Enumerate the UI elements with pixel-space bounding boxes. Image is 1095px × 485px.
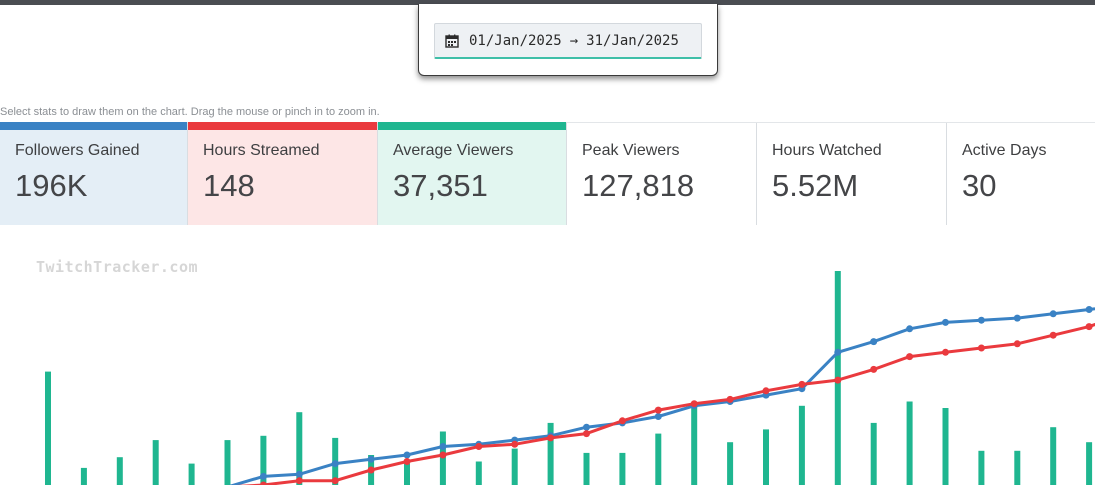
chart-point[interactable] (475, 443, 483, 450)
chart-point[interactable] (1085, 323, 1093, 331)
stat-accent-bar (188, 122, 377, 130)
chart-bar (691, 403, 698, 485)
chart-bar (188, 463, 195, 485)
chart-point[interactable] (259, 472, 267, 480)
chart-point[interactable] (331, 477, 339, 485)
chart-point[interactable] (1049, 310, 1057, 318)
chart-bar (978, 450, 985, 485)
stat-label: Hours Streamed (203, 142, 320, 159)
chart-bar (798, 405, 805, 485)
chart-point[interactable] (331, 460, 339, 468)
chart-point[interactable] (942, 348, 949, 356)
stats-chart[interactable] (0, 226, 1095, 485)
chart-bar (942, 408, 949, 485)
chart-bar (547, 422, 554, 485)
date-from: 01/Jan/2025 (469, 32, 562, 49)
chart-point[interactable] (295, 477, 303, 485)
chart-point[interactable] (403, 451, 411, 459)
chart-bar (619, 452, 626, 485)
chart-point[interactable] (439, 443, 447, 450)
stat-label: Followers Gained (15, 142, 140, 159)
chart-bar (1086, 442, 1093, 485)
date-range-picker[interactable]: 01/Jan/2025 → 31/Jan/2025 (434, 23, 702, 59)
chart-point[interactable] (295, 470, 303, 478)
chart-bar (655, 433, 662, 485)
chart-point[interactable] (762, 387, 770, 395)
chart-point[interactable] (834, 376, 842, 384)
chart-bar (45, 371, 51, 485)
stat-value: 127,818 (582, 168, 695, 203)
chart-point[interactable] (690, 400, 698, 408)
chart-bar (152, 440, 159, 485)
chart-bar (906, 401, 913, 485)
date-range-panel: 01/Jan/2025 → 31/Jan/2025 (418, 4, 718, 76)
chart-point[interactable] (834, 348, 842, 356)
chart-bar (1050, 427, 1057, 485)
stat-followers-gained[interactable]: Followers Gained 196K (0, 122, 188, 225)
chart-point[interactable] (583, 423, 590, 431)
chart-point[interactable] (1013, 340, 1021, 348)
chart-point[interactable] (439, 451, 447, 459)
chart-point[interactable] (870, 365, 878, 373)
stat-accent-bar (0, 122, 187, 130)
chart-point[interactable] (367, 455, 375, 463)
stat-value: 196K (15, 168, 88, 203)
stat-active-days[interactable]: Active Days 30 (947, 123, 1095, 225)
chart-point[interactable] (654, 413, 662, 420)
calendar-icon (445, 34, 459, 48)
date-to: 31/Jan/2025 (586, 32, 679, 49)
chart-bar (475, 461, 482, 485)
date-arrow: → (569, 32, 579, 49)
stat-label: Active Days (962, 142, 1047, 159)
chart-point[interactable] (1085, 306, 1093, 313)
stat-peak-viewers[interactable]: Peak Viewers 127,818 (567, 123, 757, 225)
chart-point[interactable] (906, 353, 914, 361)
chart-point[interactable] (367, 466, 375, 474)
stat-value: 30 (962, 168, 997, 203)
chart-bar (511, 448, 518, 485)
chart-point[interactable] (654, 406, 662, 414)
chart-point[interactable] (726, 395, 734, 403)
stat-value: 148 (203, 168, 255, 203)
chart-bar (727, 442, 734, 485)
chart-point[interactable] (511, 440, 519, 448)
stat-value: 37,351 (393, 168, 488, 203)
chart-point[interactable] (977, 316, 985, 324)
chart-point[interactable] (618, 417, 626, 425)
chart-bar (763, 429, 769, 485)
chart-point[interactable] (547, 434, 555, 442)
stat-label: Peak Viewers (582, 142, 680, 159)
chart-bar (870, 422, 877, 485)
stat-average-viewers[interactable]: Average Viewers 37,351 (378, 122, 567, 225)
stat-value: 5.52M (772, 168, 859, 203)
chart-bar (1014, 450, 1021, 485)
stat-label: Average Viewers (393, 142, 514, 159)
chart-point[interactable] (1013, 314, 1021, 322)
chart-hint: Select stats to draw them on the chart. … (0, 106, 380, 118)
stat-label: Hours Watched (772, 142, 882, 159)
chart-point[interactable] (583, 430, 590, 438)
chart-point[interactable] (977, 344, 985, 352)
chart-point[interactable] (870, 338, 878, 346)
stats-row: Followers Gained 196K Hours Streamed 148… (0, 122, 1095, 225)
chart-bar (404, 463, 410, 485)
stat-hours-streamed[interactable]: Hours Streamed 148 (188, 122, 378, 225)
chart-point[interactable] (403, 458, 411, 465)
chart-point[interactable] (1049, 331, 1057, 339)
chart-point[interactable] (798, 380, 806, 388)
chart-bar (80, 467, 87, 485)
chart-bar (583, 452, 590, 485)
stat-accent-bar (378, 122, 566, 130)
chart-bar (224, 440, 231, 485)
stat-hours-watched[interactable]: Hours Watched 5.52M (757, 123, 947, 225)
bar-series (45, 271, 1093, 485)
chart-bar (116, 457, 123, 485)
chart-point[interactable] (942, 318, 949, 326)
chart-point[interactable] (906, 325, 914, 333)
